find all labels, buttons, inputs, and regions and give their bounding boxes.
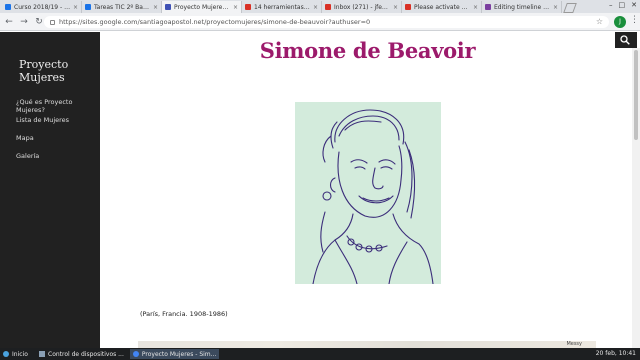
address-bar[interactable]: https://sites.google.com/santiagoapostol…: [44, 16, 609, 28]
close-window-button[interactable]: ✕: [631, 1, 637, 9]
window-icon: [39, 351, 45, 357]
taskbar-item[interactable]: Control de dispositivos ...: [36, 349, 127, 359]
minimize-button[interactable]: –: [609, 1, 613, 9]
browser-tab[interactable]: Inbox (271) - jfemar ×: [322, 1, 402, 13]
page-scrollbar[interactable]: [632, 48, 640, 348]
browser-tab[interactable]: Please activate your ×: [402, 1, 482, 13]
tab-favicon-icon: [165, 4, 171, 10]
tab-favicon-icon: [485, 4, 491, 10]
site-navigation: ¿Qué es Proyecto Mujeres? Lista de Mujer…: [16, 98, 100, 170]
taskbar-item-active[interactable]: Proyecto Mujeres - Sim...: [129, 349, 220, 359]
close-tab-icon[interactable]: ×: [233, 4, 238, 11]
new-tab-button[interactable]: [563, 3, 577, 13]
tab-favicon-icon: [245, 4, 251, 10]
close-tab-icon[interactable]: ×: [153, 4, 158, 11]
tab-label: Please activate your: [414, 3, 471, 11]
site-sidebar: Proyecto Mujeres ¿Qué es Proyecto Mujere…: [0, 32, 100, 348]
maximize-button[interactable]: □: [619, 1, 626, 9]
profile-avatar[interactable]: J: [614, 16, 626, 28]
close-tab-icon[interactable]: ×: [393, 4, 398, 11]
sidebar-item-que-es[interactable]: ¿Qué es Proyecto Mujeres?: [16, 98, 100, 116]
tab-label: Curso 2018/19 - escr: [14, 3, 71, 11]
url-text: https://sites.google.com/santiagoapostol…: [59, 18, 371, 26]
sidebar-item-mapa[interactable]: Mapa: [16, 134, 100, 152]
map-label: Messy: [566, 341, 582, 347]
taskbar-item-label: Proyecto Mujeres - Sim...: [141, 350, 217, 358]
browser-tab-active[interactable]: Proyecto Mujeres - S ×: [162, 1, 242, 13]
tab-label: Inbox (271) - jfemar: [334, 3, 391, 11]
gmail-favicon-icon: [325, 4, 331, 10]
forward-arrow-icon[interactable]: →: [18, 17, 30, 27]
scrollbar-thumb[interactable]: [634, 50, 638, 140]
tab-favicon-icon: [5, 4, 11, 10]
taskbar-item-label: Control de dispositivos ...: [48, 350, 124, 358]
browser-toolbar: ← → ↻ https://sites.google.com/santiagoa…: [0, 13, 640, 31]
sidebar-item-lista[interactable]: Lista de Mujeres: [16, 116, 100, 134]
window-controls: – □ ✕: [609, 1, 637, 9]
start-logo-icon: [3, 351, 9, 357]
start-button[interactable]: Inicio: [0, 351, 36, 358]
browser-tab[interactable]: Curso 2018/19 - escr ×: [2, 1, 82, 13]
lock-icon: [50, 19, 55, 25]
portrait-image: [295, 102, 441, 284]
birth-death-caption: (París, Francia. 1908-1986): [140, 310, 228, 318]
embedded-map[interactable]: Messy: [138, 341, 596, 348]
site-title[interactable]: Proyecto Mujeres: [19, 58, 89, 84]
tab-label: Proyecto Mujeres - S: [174, 3, 231, 11]
bookmark-star-icon[interactable]: ☆: [596, 17, 603, 26]
browser-tab[interactable]: Editing timeline Muj ×: [482, 1, 562, 13]
tab-favicon-icon: [85, 4, 91, 10]
close-tab-icon[interactable]: ×: [73, 4, 78, 11]
sidebar-item-galeria[interactable]: Galería: [16, 152, 100, 170]
system-clock: 20 feb, 10:41: [595, 350, 636, 357]
start-label: Inicio: [12, 350, 28, 358]
tab-label: Tareas TIC 2º Bachill: [94, 3, 151, 11]
gmail-favicon-icon: [405, 4, 411, 10]
close-tab-icon[interactable]: ×: [553, 4, 558, 11]
os-taskbar: Inicio Control de dispositivos ... Proye…: [0, 348, 640, 360]
tab-strip: Curso 2018/19 - escr × Tareas TIC 2º Bach…: [0, 0, 640, 13]
close-tab-icon[interactable]: ×: [313, 4, 318, 11]
tab-label: Editing timeline Muj: [494, 3, 551, 11]
browser-menu-icon[interactable]: ⋮: [630, 15, 639, 25]
page-title: Simone de Beavoir: [259, 38, 476, 63]
close-tab-icon[interactable]: ×: [473, 4, 478, 11]
tab-label: 14 herramientas par: [254, 3, 311, 11]
browser-tab[interactable]: 14 herramientas par ×: [242, 1, 322, 13]
chrome-icon: [132, 351, 139, 357]
browser-tab[interactable]: Tareas TIC 2º Bachill ×: [82, 1, 162, 13]
back-arrow-icon[interactable]: ←: [3, 17, 15, 27]
